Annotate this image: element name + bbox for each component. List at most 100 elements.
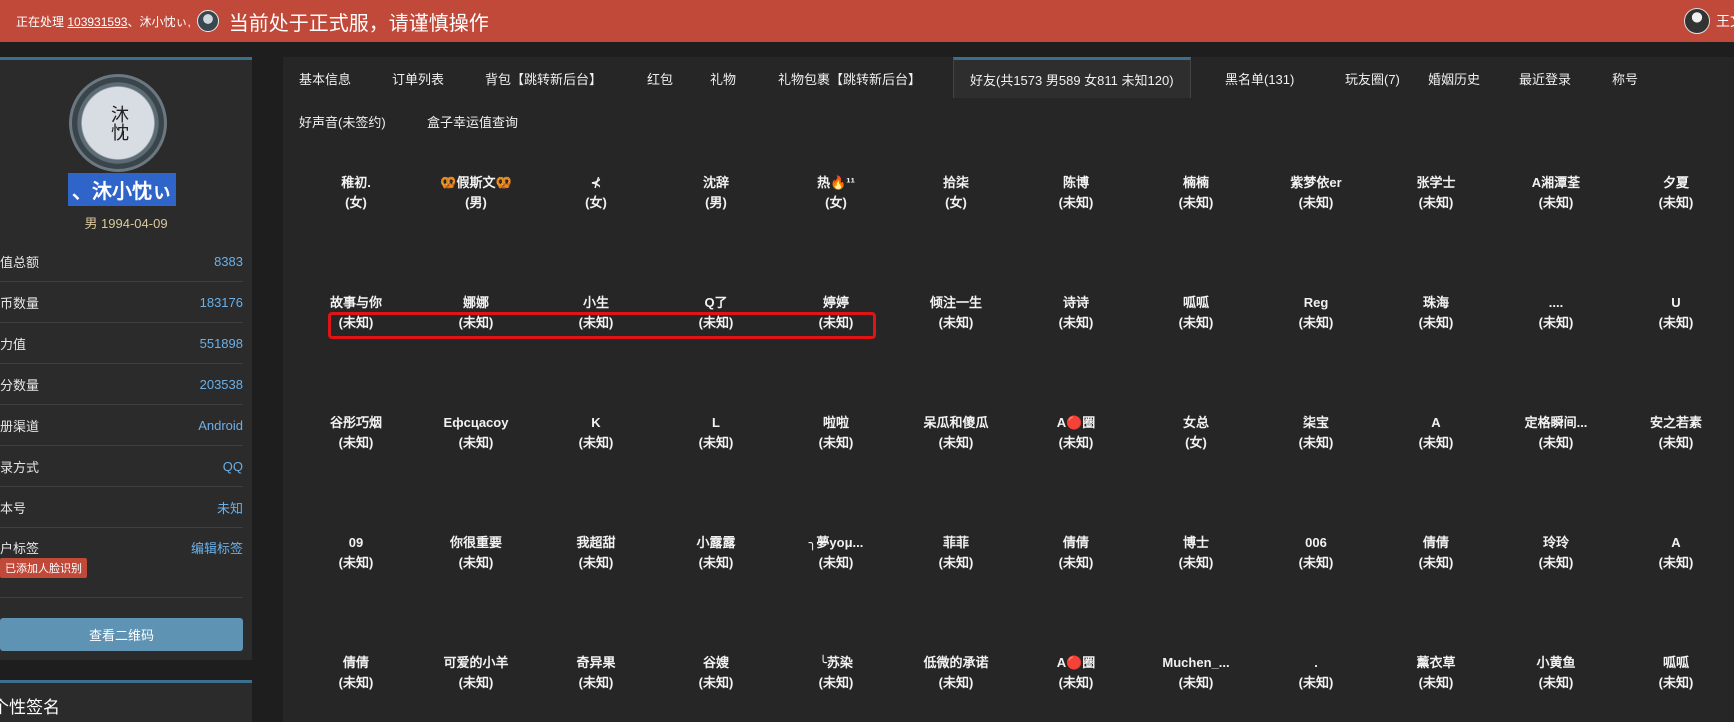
tab-orders[interactable]: 订单列表	[376, 59, 460, 97]
friend-item[interactable]: K (未知)	[536, 413, 656, 453]
friend-item[interactable]: A (未知)	[1376, 413, 1496, 453]
friend-nickname: 我超甜	[576, 535, 616, 550]
friend-item[interactable]: 呱呱 (未知)	[1616, 653, 1734, 693]
friend-item[interactable]: 倩倩 (未知)	[1376, 533, 1496, 573]
current-user-avatar[interactable]	[1684, 8, 1710, 34]
friend-item[interactable]: .... (未知)	[1496, 293, 1616, 333]
friend-item[interactable]: 菲菲 (未知)	[896, 533, 1016, 573]
tab-bar: 基本信息 订单列表 背包【跳转新后台】 红包 礼物 礼物包裹【跳转新后台】 好友…	[283, 57, 1734, 139]
tab-title[interactable]: 称号	[1596, 59, 1654, 97]
friend-nickname: A	[1671, 535, 1681, 550]
tab-recent-login[interactable]: 最近登录	[1503, 59, 1587, 97]
friend-item[interactable]: ╰苏染 (未知)	[776, 653, 896, 693]
friend-nickname: 陈博	[1062, 175, 1089, 190]
face-recognition-badge: 已添加人脸识别	[0, 558, 87, 578]
friend-nickname: 啦啦	[822, 415, 849, 430]
friend-item[interactable]: ⊀ (女)	[536, 173, 656, 213]
friend-item[interactable]: 我超甜 (未知)	[536, 533, 656, 573]
friend-item[interactable]: 倩倩 (未知)	[1016, 533, 1136, 573]
friend-item[interactable]: 006 (未知)	[1256, 533, 1376, 573]
user-tags-row: 用户标签 编辑标签 已添加人脸识别	[0, 528, 243, 598]
friend-item[interactable]: 09 (未知)	[296, 533, 416, 573]
friend-item[interactable]: A湘潭荃 (未知)	[1496, 173, 1616, 213]
friend-item[interactable]: 柒宝 (未知)	[1256, 413, 1376, 453]
friend-item[interactable]: 倩倩 (未知)	[296, 653, 416, 693]
edit-tags-link[interactable]: 编辑标签	[191, 538, 243, 557]
tab-marriage-history[interactable]: 婚姻历史	[1412, 59, 1496, 97]
current-user-name[interactable]: 王文	[1716, 11, 1734, 31]
friend-item[interactable]: 可爱的小羊 (未知)	[416, 653, 536, 693]
friend-item[interactable]: 珠海 (未知)	[1376, 293, 1496, 333]
friend-item[interactable]: 呆瓜和傻瓜 (未知)	[896, 413, 1016, 453]
friend-item[interactable]: Muchen_... (未知)	[1136, 653, 1256, 693]
friend-item[interactable]: 安之若素 (未知)	[1616, 413, 1734, 453]
friend-item[interactable]: U (未知)	[1616, 293, 1734, 333]
friend-item[interactable]: . (未知)	[1256, 653, 1376, 693]
tab-blacklist[interactable]: 黑名单(131)	[1209, 59, 1310, 97]
friend-item[interactable]: A🔴圈 (未知)	[1016, 653, 1136, 693]
view-qrcode-button[interactable]: 查看二维码	[0, 618, 243, 651]
stat-label: 版本号	[0, 500, 27, 516]
processing-user-id-link[interactable]: 103931593	[67, 15, 127, 29]
friend-item[interactable]: 稚初. (女)	[296, 173, 416, 213]
friend-item[interactable]: 紫梦依er (未知)	[1256, 173, 1376, 213]
friend-item[interactable]: 定格瞬间... (未知)	[1496, 413, 1616, 453]
friend-item[interactable]: 小黄鱼 (未知)	[1496, 653, 1616, 693]
friend-item[interactable]: 呱呱 (未知)	[1136, 293, 1256, 333]
friend-item[interactable]: 🥨假斯文🥨 (男)	[416, 173, 536, 213]
tab-moments[interactable]: 玩友圈(7)	[1329, 59, 1416, 97]
friend-item[interactable]: A🔴圈 (未知)	[1016, 413, 1136, 453]
friend-item[interactable]: A (未知)	[1616, 533, 1734, 573]
friend-item[interactable]: 拾柒 (女)	[896, 173, 1016, 213]
tab-basic-info[interactable]: 基本信息	[283, 59, 367, 97]
friend-item[interactable]: 小露露 (未知)	[656, 533, 776, 573]
current-user-menu[interactable]: 王文	[1684, 0, 1734, 42]
friend-nickname: 小生	[582, 295, 609, 310]
tab-gifts[interactable]: 礼物	[694, 59, 752, 97]
friend-gender: (未知)	[1418, 555, 1454, 570]
friend-gender: (未知)	[938, 675, 974, 690]
tab-good-voice[interactable]: 好声音(未签约)	[283, 102, 402, 140]
friend-item[interactable]: ╮夢yoμ... (未知)	[776, 533, 896, 573]
friend-item[interactable]: 薰衣草 (未知)	[1376, 653, 1496, 693]
friend-item[interactable]: 倾注一生 (未知)	[896, 293, 1016, 333]
friend-item[interactable]: 热🔥¹¹ (女)	[776, 173, 896, 213]
friend-item[interactable]: Eфcцacoy (未知)	[416, 413, 536, 453]
friend-gender: (未知)	[1418, 195, 1454, 210]
friend-gender: (未知)	[818, 675, 854, 690]
friend-nickname: 倩倩	[1422, 535, 1449, 550]
friend-item[interactable]: 女总 (女)	[1136, 413, 1256, 453]
processing-prefix: 正在处理	[16, 14, 65, 29]
friend-item[interactable]: 玲玲 (未知)	[1496, 533, 1616, 573]
friend-item[interactable]: 楠楠 (未知)	[1136, 173, 1256, 213]
friend-item[interactable]: 博士 (未知)	[1136, 533, 1256, 573]
friend-item[interactable]: 啦啦 (未知)	[776, 413, 896, 453]
friend-item[interactable]: 谷彤巧烟 (未知)	[296, 413, 416, 453]
friend-item[interactable]: 夕夏 (未知)	[1616, 173, 1734, 213]
friend-item[interactable]: 低微的承诺 (未知)	[896, 653, 1016, 693]
stat-label: 注册渠道	[0, 418, 40, 434]
friend-item[interactable]: 张学士 (未知)	[1376, 173, 1496, 213]
friend-item[interactable]: 沈辞 (男)	[656, 173, 776, 213]
friend-item[interactable]: Reg (未知)	[1256, 293, 1376, 333]
annotation-highlight-box	[328, 312, 876, 339]
tab-backpack[interactable]: 背包【跳转新后台】	[469, 59, 618, 97]
tab-red-packet[interactable]: 红包	[631, 59, 689, 97]
tab-friends[interactable]: 好友(共1573 男589 女811 未知120)	[953, 57, 1191, 98]
friend-item[interactable]: 陈博 (未知)	[1016, 173, 1136, 213]
friend-item[interactable]: 谷嫂 (未知)	[656, 653, 776, 693]
stat-row-coins: 金币数量 183176	[0, 282, 243, 323]
friend-gender: (未知)	[458, 435, 494, 450]
main-panel: 基本信息 订单列表 背包【跳转新后台】 红包 礼物 礼物包裹【跳转新后台】 好友…	[283, 57, 1734, 722]
friend-nickname: 倩倩	[342, 655, 369, 670]
tab-box-luck[interactable]: 盒子幸运值查询	[411, 102, 534, 140]
friend-item[interactable]: 你很重要 (未知)	[416, 533, 536, 573]
friend-item[interactable]: L (未知)	[656, 413, 776, 453]
stat-label: 魅力值	[0, 336, 27, 352]
tab-gift-package[interactable]: 礼物包裹【跳转新后台】	[762, 59, 937, 97]
environment-warning: 当前处于正式服，请谨慎操作	[228, 12, 489, 35]
friend-item[interactable]: 诗诗 (未知)	[1016, 293, 1136, 333]
stat-row-charm: 魅力值 551898	[0, 323, 243, 364]
friend-item[interactable]: 奇异果 (未知)	[536, 653, 656, 693]
friend-nickname: A	[1431, 415, 1441, 430]
